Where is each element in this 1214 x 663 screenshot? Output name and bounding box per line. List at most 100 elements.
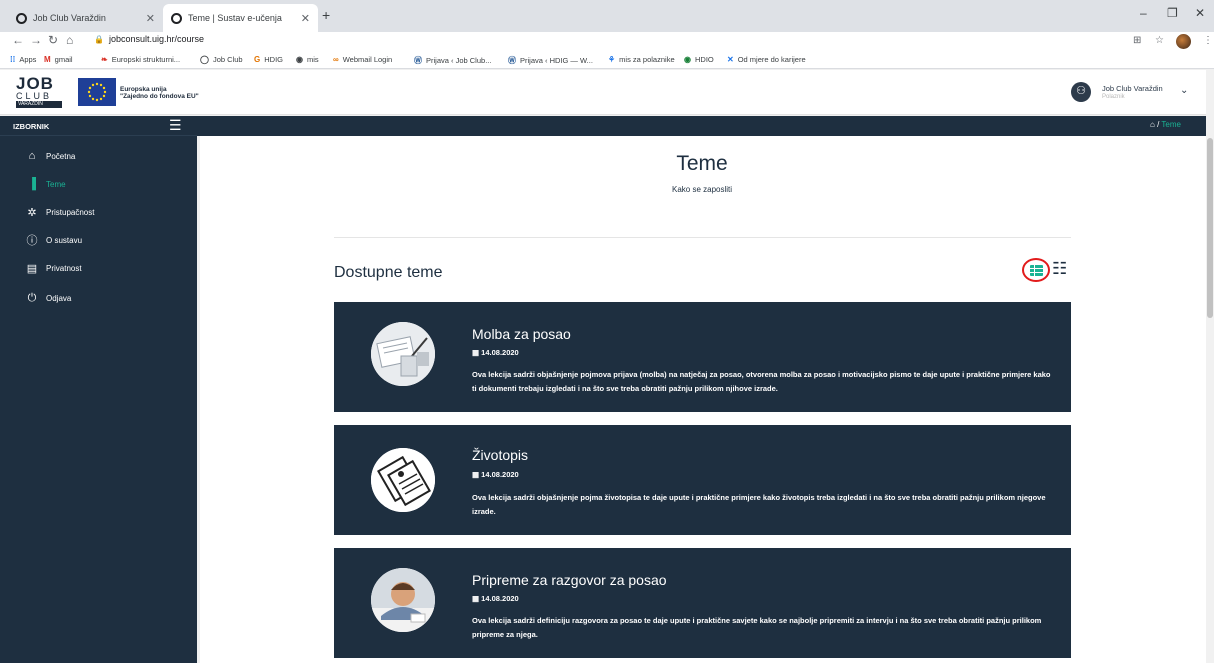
info-icon: ⓘ	[26, 235, 38, 247]
course-thumbnail	[371, 322, 435, 386]
card-title[interactable]: Molba za posao	[472, 326, 571, 342]
grid-view-icon	[1029, 264, 1043, 276]
bookmark-apps[interactable]: ⁞⁞ Apps	[10, 55, 36, 64]
sidebar-item-label: Početna	[46, 151, 76, 161]
menu-dots-icon[interactable]: ⋮	[1203, 35, 1213, 46]
logo-club: CLUB	[16, 91, 53, 101]
power-icon: ⏻	[27, 291, 37, 304]
calendar-icon: ▦	[472, 348, 482, 357]
bookmark-webmail[interactable]: ∞ Webmail Login	[333, 55, 392, 64]
home-breadcrumb-icon[interactable]: ⌂	[1150, 120, 1155, 129]
translate-icon[interactable]: ⊞	[1133, 35, 1141, 46]
forward-icon[interactable]: →	[30, 33, 42, 47]
bookmarks-bar: ⁞⁞ Apps Mgmail ❧ Europski strukturni... ◯ J…	[0, 52, 1214, 69]
section-title: Dostupne teme	[334, 264, 443, 281]
bookmark-mis-polaznike[interactable]: ⚘ mis za polaznike	[608, 55, 675, 64]
card-description: Ova lekcija sadrži definiciju razgovora …	[472, 616, 1042, 639]
eu-icon: ❧	[101, 55, 108, 64]
card-date: ▦ 14.08.2020	[472, 594, 519, 603]
top-bar	[197, 116, 1206, 136]
home-icon: ⌂	[28, 150, 36, 162]
course-thumbnail	[371, 568, 435, 632]
bookmark-mis[interactable]: ◉ mis	[296, 55, 319, 64]
globe-icon: ◉	[296, 55, 303, 64]
grid-view-button[interactable]	[1022, 258, 1050, 282]
chevron-down-icon[interactable]: ⌄	[1180, 85, 1188, 96]
job-club-icon: ◯	[200, 55, 209, 64]
logo-city: VARAŽDIN	[16, 101, 62, 108]
sidebar-item-pocetna[interactable]: ⌂ Početna	[25, 148, 76, 164]
sidebar-item-teme[interactable]: ▐ Teme	[25, 176, 66, 192]
tab-title: Teme | Sustav e-učenja	[188, 13, 282, 23]
eu-text: Europska unija "Zajedno do fondova EU"	[120, 86, 199, 100]
card-date: ▦ 14.08.2020	[472, 470, 519, 479]
tab-title: Job Club Varaždin	[33, 13, 106, 23]
sidebar-item-odjava[interactable]: ⏻ Odjava	[25, 290, 72, 306]
tab-favicon-icon	[171, 12, 182, 24]
webmail-icon: ∞	[333, 55, 339, 64]
minimize-button[interactable]: –	[1140, 6, 1147, 20]
sidebar-item-label: Pristupačnost	[46, 207, 95, 217]
maximize-button[interactable]: ❐	[1167, 6, 1178, 20]
sidebar-item-label: Teme	[46, 179, 66, 189]
apps-grid-icon: ⁞⁞	[10, 55, 16, 64]
calendar-icon: ▦	[472, 594, 482, 603]
new-tab-button[interactable]: +	[322, 7, 330, 23]
home-nav-icon[interactable]: ⌂	[66, 33, 73, 47]
gmail-icon: M	[44, 55, 51, 64]
hamburger-menu-icon[interactable]: ☰	[169, 117, 182, 134]
sidebar-item-o-sustavu[interactable]: ⓘ O sustavu	[25, 232, 83, 248]
job-club-logo[interactable]: JOB CLUB VARAŽDIN	[16, 74, 62, 109]
document-icon: ▤	[26, 262, 38, 275]
sidebar-item-label: Odjava	[46, 293, 72, 303]
course-card-razgovor[interactable]: Pripreme za razgovor za posao ▦ 14.08.20…	[334, 548, 1071, 658]
tab-favicon-icon	[16, 12, 27, 24]
bookmark-hdig[interactable]: G HDIG	[254, 55, 283, 64]
course-card-molba[interactable]: Molba za posao ▦ 14.08.2020 Ova lekcija …	[334, 302, 1071, 412]
lock-icon: 🔒	[94, 34, 104, 44]
bookmark-prijava-hdig[interactable]: Ⓦ Prijava ‹ HDIG — W...	[508, 55, 593, 66]
breadcrumb-current: Teme	[1161, 120, 1181, 129]
address-bar[interactable]: 🔒 jobconsult.uig.hr/course	[94, 34, 204, 44]
sidebar-title: IZBORNIK	[13, 122, 50, 131]
close-tab-icon[interactable]: ✕	[301, 12, 310, 25]
back-icon[interactable]: ←	[12, 33, 24, 47]
wordpress-icon: Ⓦ	[414, 56, 422, 65]
reload-icon[interactable]: ↻	[48, 33, 58, 47]
close-tab-icon[interactable]: ✕	[146, 12, 155, 25]
card-date: ▦ 14.08.2020	[472, 348, 519, 357]
app-header: JOB CLUB VARAŽDIN Europska unija "Zajedn…	[0, 70, 1206, 115]
bookmark-gmail[interactable]: Mgmail	[44, 55, 73, 64]
files-icon: ▐	[28, 178, 36, 190]
sidebar-item-pristupacnost[interactable]: ✲ Pristupačnost	[25, 204, 94, 220]
user-name[interactable]: Job Club Varaždin	[1102, 84, 1163, 93]
page-title: Teme	[676, 152, 728, 175]
logo-job: JOB	[16, 74, 54, 93]
card-title[interactable]: Životopis	[472, 447, 528, 463]
hdig-icon: G	[254, 55, 261, 64]
bookmark-hdio[interactable]: ◉ HDIO	[684, 55, 714, 64]
browser-tab-teme[interactable]: Teme | Sustav e-učenja ✕	[163, 4, 318, 32]
sidebar-item-label: Privatnost	[46, 263, 82, 273]
card-description: Ova lekcija sadrži objašnjenje pojma živ…	[472, 493, 1046, 516]
bookmark-europski[interactable]: ❧ Europski strukturni...	[101, 55, 180, 64]
user-avatar-icon[interactable]: ⚇	[1071, 82, 1091, 102]
course-thumbnail	[371, 448, 435, 512]
browser-tab-job-club[interactable]: Job Club Varaždin ✕	[8, 4, 163, 32]
close-window-button[interactable]: ✕	[1195, 6, 1205, 20]
card-title[interactable]: Pripreme za razgovor za posao	[472, 572, 667, 588]
star-icon[interactable]: ☆	[1155, 35, 1164, 46]
breadcrumb-separator: /	[1157, 120, 1160, 129]
profile-avatar[interactable]	[1176, 34, 1191, 49]
list-view-icon[interactable]: ☷	[1052, 259, 1067, 279]
sidebar-item-privatnost[interactable]: ▤ Privatnost	[25, 260, 82, 276]
bookmark-job-club[interactable]: ◯ Job Club	[200, 55, 243, 64]
sidebar-item-label: O sustavu	[46, 235, 83, 245]
card-description: Ova lekcija sadrži objašnjenje pojmova p…	[472, 370, 1051, 393]
breadcrumb: ⌂ / Teme	[1150, 120, 1181, 129]
divider	[334, 237, 1071, 238]
bookmark-prijava-job-club[interactable]: Ⓦ Prijava ‹ Job Club...	[414, 55, 491, 66]
course-card-zivotopis[interactable]: Životopis ▦ 14.08.2020 Ova lekcija sadrž…	[334, 425, 1071, 535]
scrollbar-thumb[interactable]	[1207, 138, 1213, 318]
bookmark-od-mjere[interactable]: ✕ Od mjere do karijere	[727, 55, 806, 64]
